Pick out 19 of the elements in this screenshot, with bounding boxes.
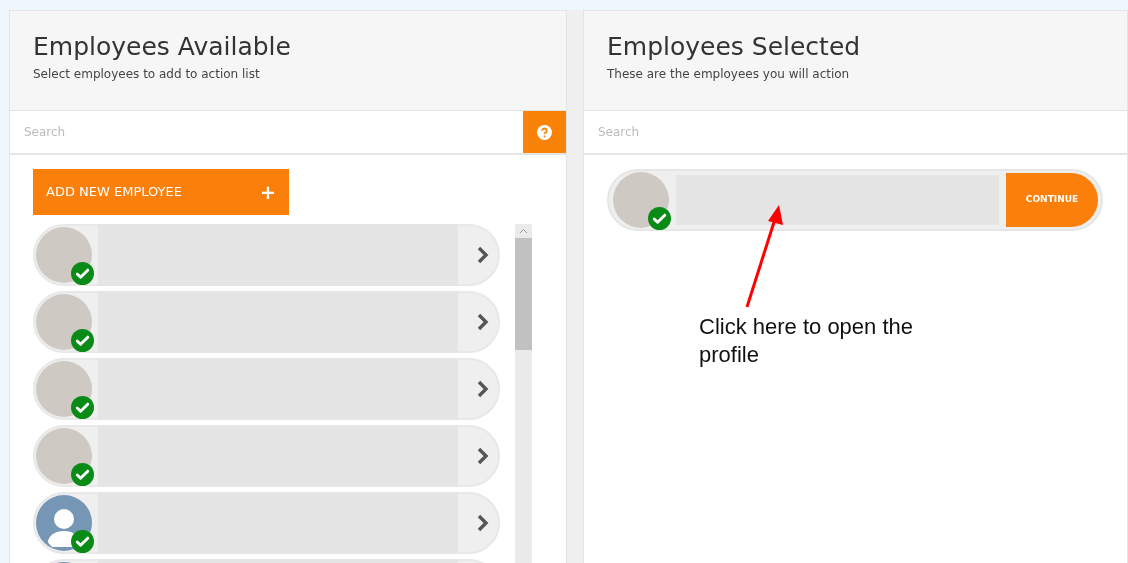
help-icon [537,124,552,140]
chevron-right-icon[interactable] [477,380,489,398]
chevron-right-icon[interactable] [477,514,489,532]
scrollbar[interactable] [515,224,532,563]
panel-subtitle: Select employees to add to action list [33,65,261,83]
scrollbar-thumb[interactable] [515,238,532,350]
scroll-up-icon[interactable] [519,228,528,234]
chevron-right-icon[interactable] [477,313,489,331]
panel-title: Employees Available [33,33,292,61]
panel-title: Employees Selected [607,33,862,61]
chevron-right-icon[interactable] [477,447,489,465]
chevron-right-icon[interactable] [477,246,489,264]
continue-button[interactable]: CONTINUE [1006,173,1098,227]
selected-employee-row[interactable]: CONTINUE [607,169,1103,231]
plus-icon: + [260,177,276,207]
help-button[interactable] [523,111,566,153]
annotation-text: Click here to open the profile [699,313,915,368]
add-new-employee-button[interactable]: ADD NEW EMPLOYEE + [33,169,289,215]
panel-subtitle: These are the employees you will action [607,65,851,83]
